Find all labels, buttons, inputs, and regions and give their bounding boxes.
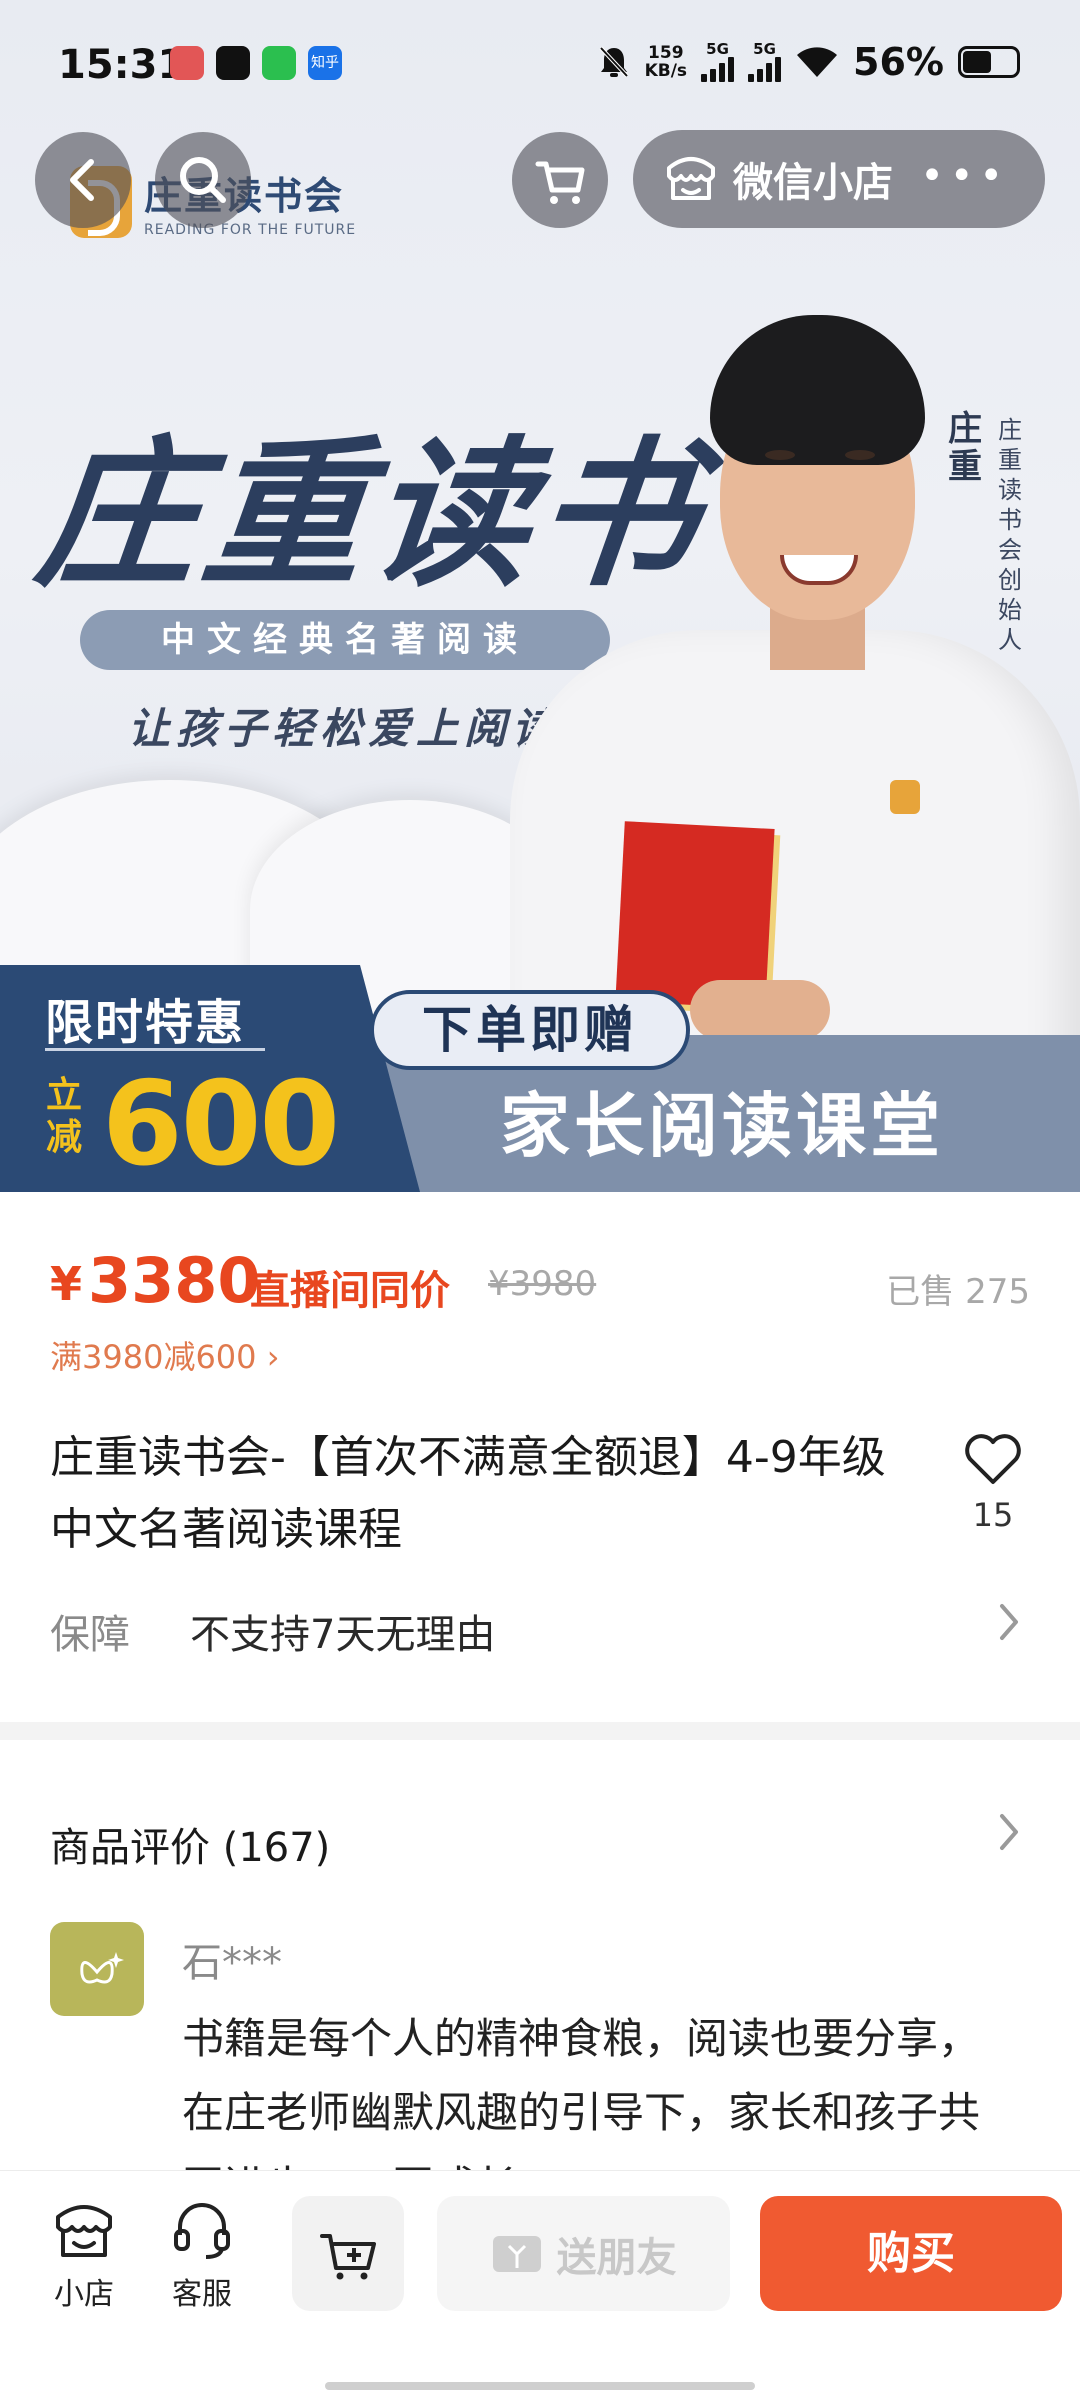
cart-button[interactable] <box>512 132 608 228</box>
gift-label: 下单即赠 <box>370 990 690 1070</box>
status-time: 15:31 <box>58 42 186 88</box>
promo-amount: 600 <box>102 1057 340 1192</box>
wechat-shop-pill[interactable]: 微信小店 ••• <box>633 130 1045 228</box>
hoodie-logo-icon <box>890 780 920 814</box>
avatar <box>50 1922 144 2016</box>
buy-button[interactable]: 购买 <box>760 2196 1062 2311</box>
original-price: ¥3980 <box>488 1264 597 1304</box>
chevron-left-icon <box>70 159 94 201</box>
battery-percent: 56% <box>853 40 944 84</box>
promo-label: 限时特惠 <box>45 995 246 1051</box>
product-title: 庄重读书会-【首次不满意全额退】4-9年级中文名著阅读课程 <box>50 1432 886 1555</box>
battery-icon <box>958 46 1020 78</box>
service-label: 客服 <box>172 2277 232 2312</box>
shop-nav-label: 小店 <box>54 2277 114 2312</box>
signal-icon: 5G <box>748 42 782 82</box>
cart-icon <box>535 161 585 204</box>
reviewer-name: 石*** <box>182 1940 282 1986</box>
more-menu-icon[interactable]: ••• <box>920 156 1009 196</box>
status-right: 159 KB/s 5G 5G 56% <box>597 40 1020 84</box>
reviews-section: 商品评价 (167) 石*** 书籍是每个人的精神食粮，阅读也要分享，在庄老师幽… <box>0 1740 1080 2211</box>
live-price-tag: 直播间同价 <box>250 1268 450 1314</box>
reviews-title: 商品评价 (167) <box>50 1825 331 1871</box>
guarantee-value: 不支持7天无理由 <box>190 1612 496 1658</box>
heart-icon <box>965 1434 1021 1484</box>
shop-label: 微信小店 <box>733 160 893 206</box>
store-icon <box>667 157 715 200</box>
chevron-right-icon <box>1000 1604 1018 1640</box>
section-divider <box>0 1722 1080 1740</box>
back-button[interactable] <box>35 132 131 228</box>
presenter-role: 庄重读书会创始人 <box>998 416 1022 654</box>
wifi-icon <box>797 47 838 77</box>
store-icon <box>56 2205 112 2257</box>
tiktok-icon <box>216 46 250 80</box>
product-info: ¥ 3380 直播间同价 ¥3980 已售 275 满3980减600 › 庄重… <box>0 1192 1080 1722</box>
search-icon <box>180 157 226 203</box>
chevron-right-icon <box>1000 1814 1018 1850</box>
eye <box>765 450 795 460</box>
headset-icon <box>174 2203 230 2259</box>
add-to-cart-button[interactable] <box>292 2196 404 2311</box>
favorite-button[interactable]: 15 <box>958 1432 1028 1534</box>
bottom-action-bar: 小店 客服 送朋友 购买 <box>0 2170 1080 2400</box>
home-indicator[interactable] <box>325 2382 755 2390</box>
notification-icons: 知乎 <box>170 46 342 80</box>
signal-icon: 5G <box>701 42 735 82</box>
cart-add-icon <box>320 2234 376 2280</box>
promo-prefix: 立减 <box>46 1075 83 1158</box>
guarantee-label: 保障 <box>50 1612 130 1658</box>
eye <box>845 450 875 460</box>
hair <box>710 315 925 465</box>
network-speed: 159 KB/s <box>644 43 688 81</box>
wechat-icon <box>262 46 296 80</box>
promo-underline <box>45 1048 265 1051</box>
favorite-count: 15 <box>972 1496 1014 1534</box>
gift-friend-label: 送朋友 <box>556 2234 677 2281</box>
zhihu-icon: 知乎 <box>308 46 342 80</box>
presenter-name: 庄重 <box>948 409 982 487</box>
product-price: 3380 <box>88 1244 261 1317</box>
customer-service-button[interactable]: 客服 <box>152 2201 252 2313</box>
shop-nav-button[interactable]: 小店 <box>34 2201 134 2313</box>
mute-bell-icon <box>599 46 629 78</box>
gift-content: 家长阅读课堂 <box>500 1085 944 1167</box>
currency-symbol: ¥ <box>50 1257 83 1311</box>
promo-strip: 限时特惠 立减 600 下单即赠 家长阅读课堂 <box>0 965 1080 1192</box>
search-button[interactable] <box>155 132 251 228</box>
app-icon <box>170 46 204 80</box>
gift-icon <box>492 2235 541 2272</box>
butterfly-icon <box>80 1952 124 1984</box>
gift-friend-button[interactable]: 送朋友 <box>437 2196 730 2311</box>
promo-rule-link[interactable]: 满3980减600 › <box>50 1332 280 1378</box>
sold-count: 已售 275 <box>886 1272 1030 1312</box>
status-bar: 15:31 知乎 159 KB/s 5G 5G 56% <box>0 0 1080 130</box>
